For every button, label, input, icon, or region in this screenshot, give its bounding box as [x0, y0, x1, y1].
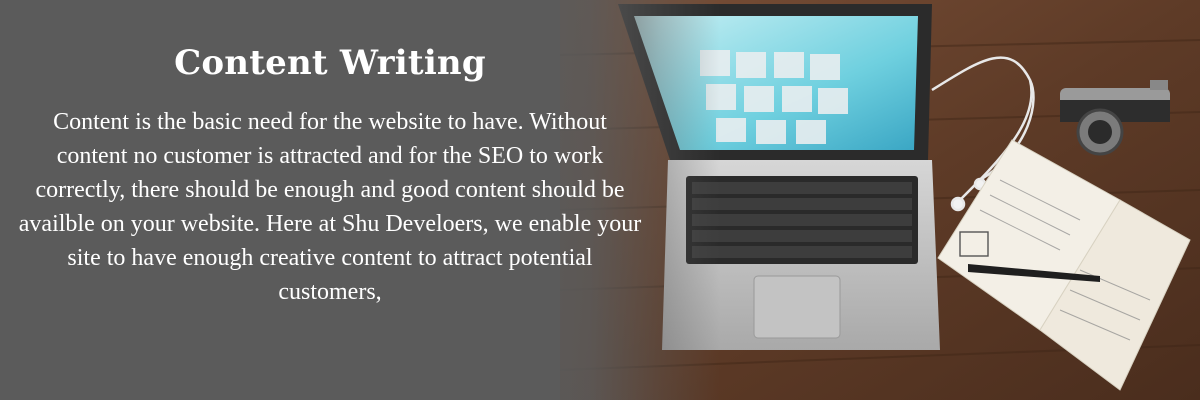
- text-panel: Content Writing Content is the basic nee…: [0, 0, 660, 400]
- banner-heading: Content Writing: [174, 43, 486, 83]
- banner-body-text: Content is the basic need for the websit…: [18, 109, 642, 306]
- content-writing-banner: Content Writing Content is the basic nee…: [0, 0, 1200, 400]
